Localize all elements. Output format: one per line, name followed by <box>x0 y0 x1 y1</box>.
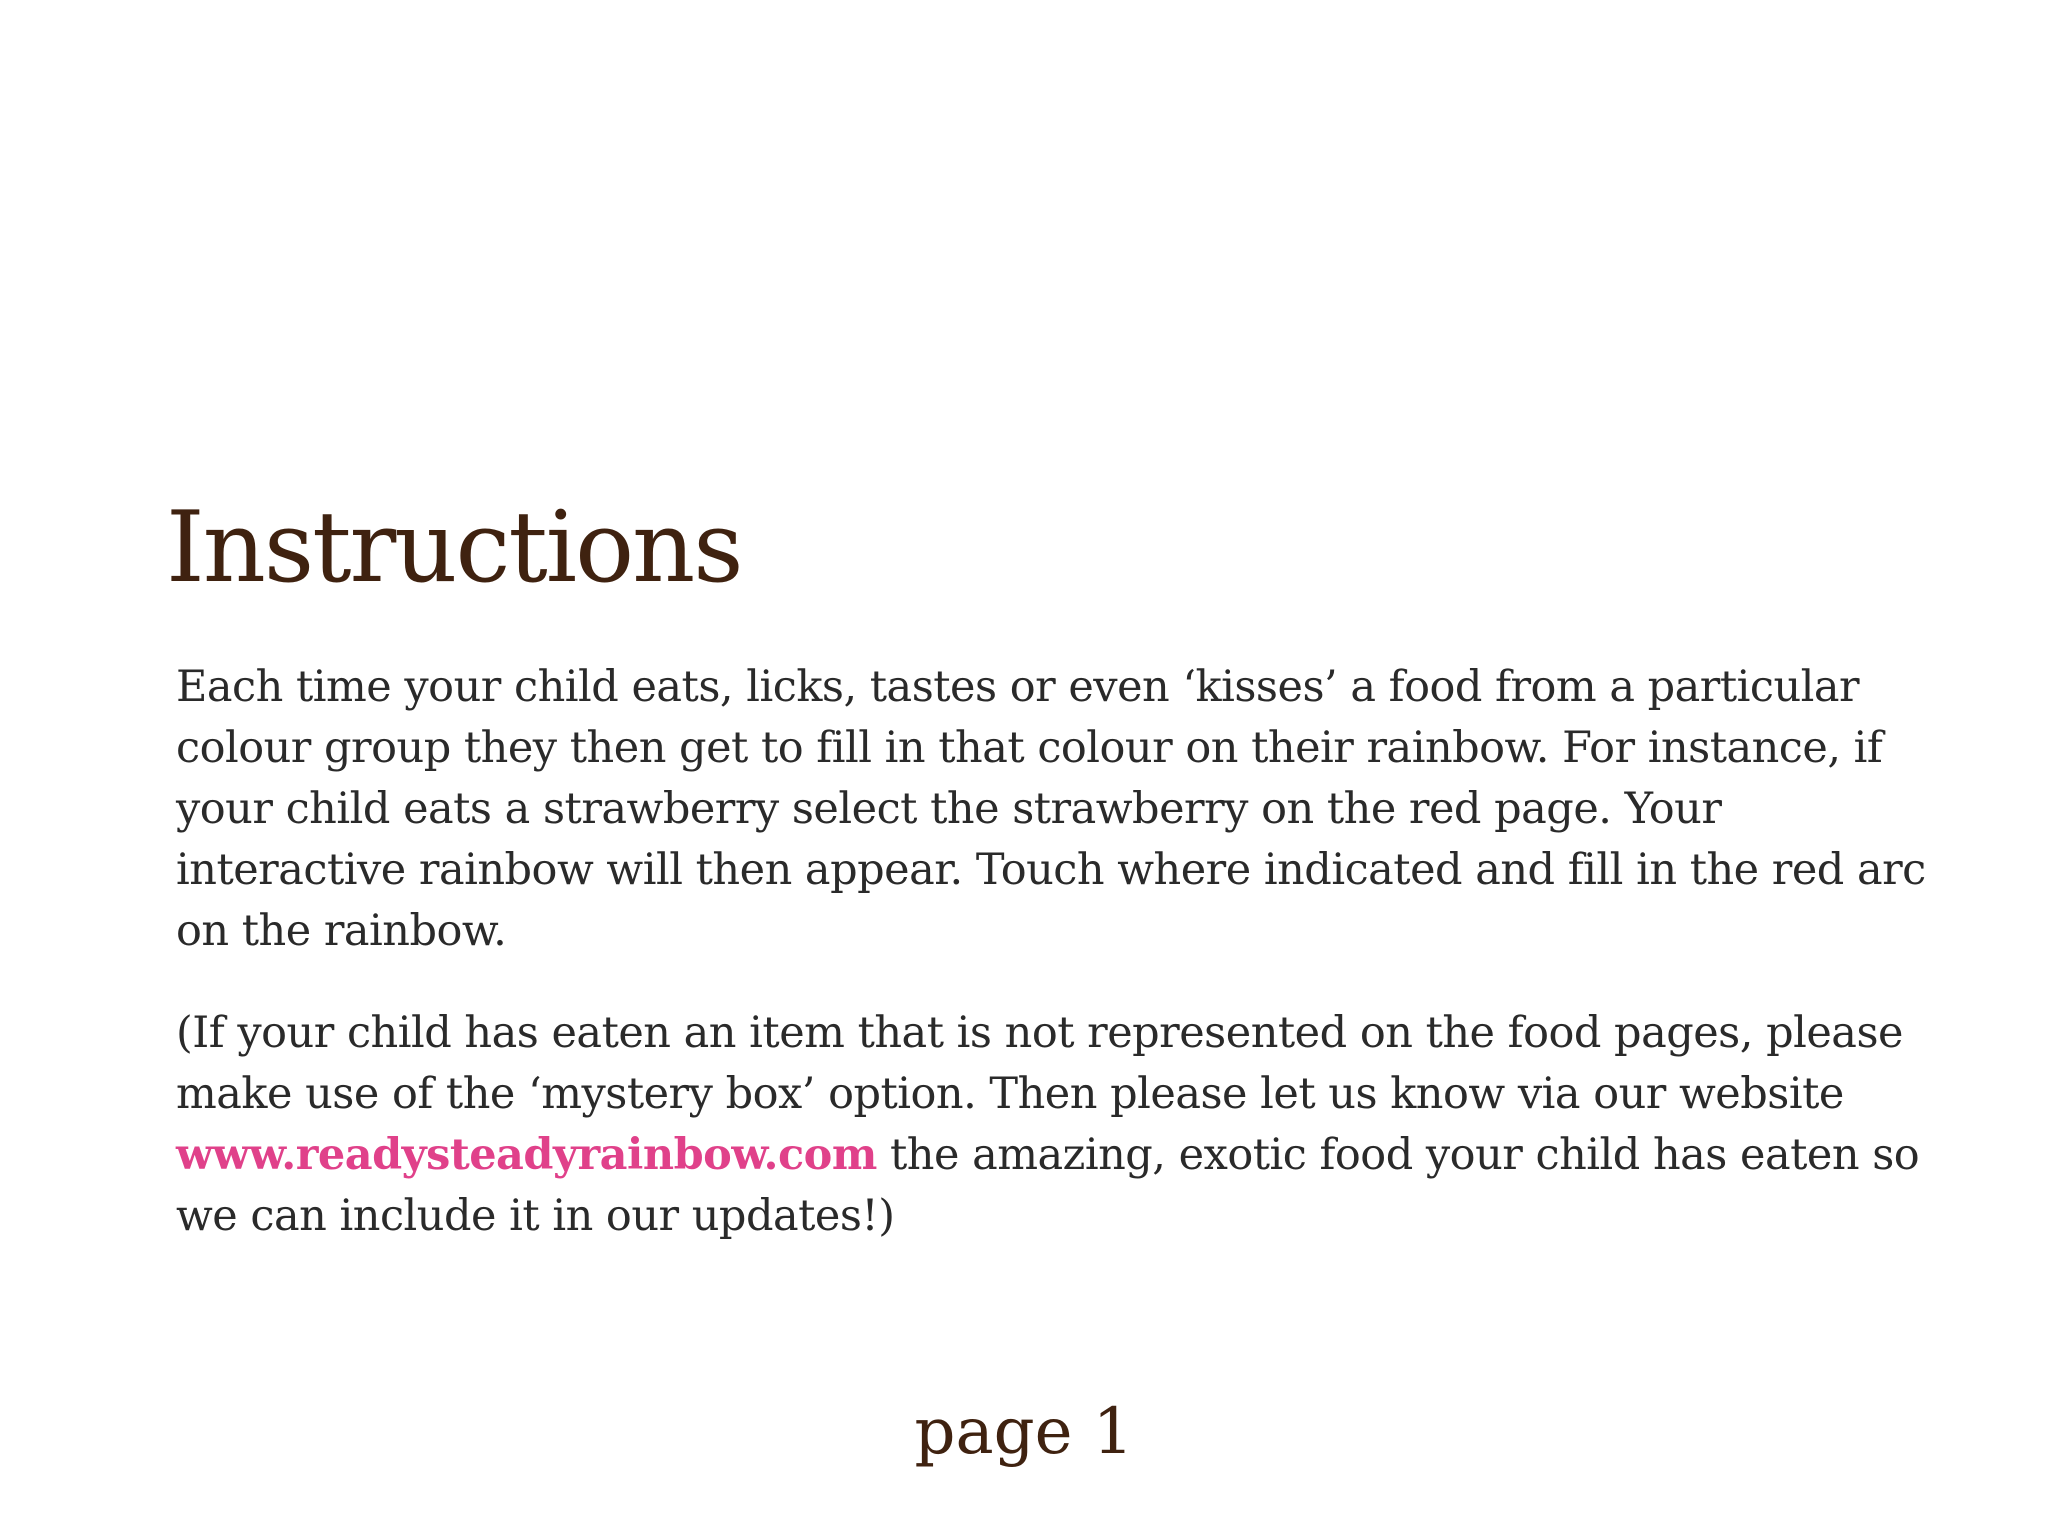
instructions-paragraph: Each time your child eats, licks, tastes… <box>176 662 1926 956</box>
page-title: Instructions <box>166 491 743 605</box>
mystery-box-text-start: (If your child has eaten an item that is… <box>176 1008 1903 1119</box>
website-link[interactable]: www.readysteadyrainbow.com <box>176 1130 877 1180</box>
mystery-box-paragraph: (If your child has eaten an item that is… <box>176 1003 1936 1247</box>
page-number: page 1 <box>914 1395 1134 1469</box>
instructions-page: Instructions Each time your child eats, … <box>0 0 2048 1536</box>
